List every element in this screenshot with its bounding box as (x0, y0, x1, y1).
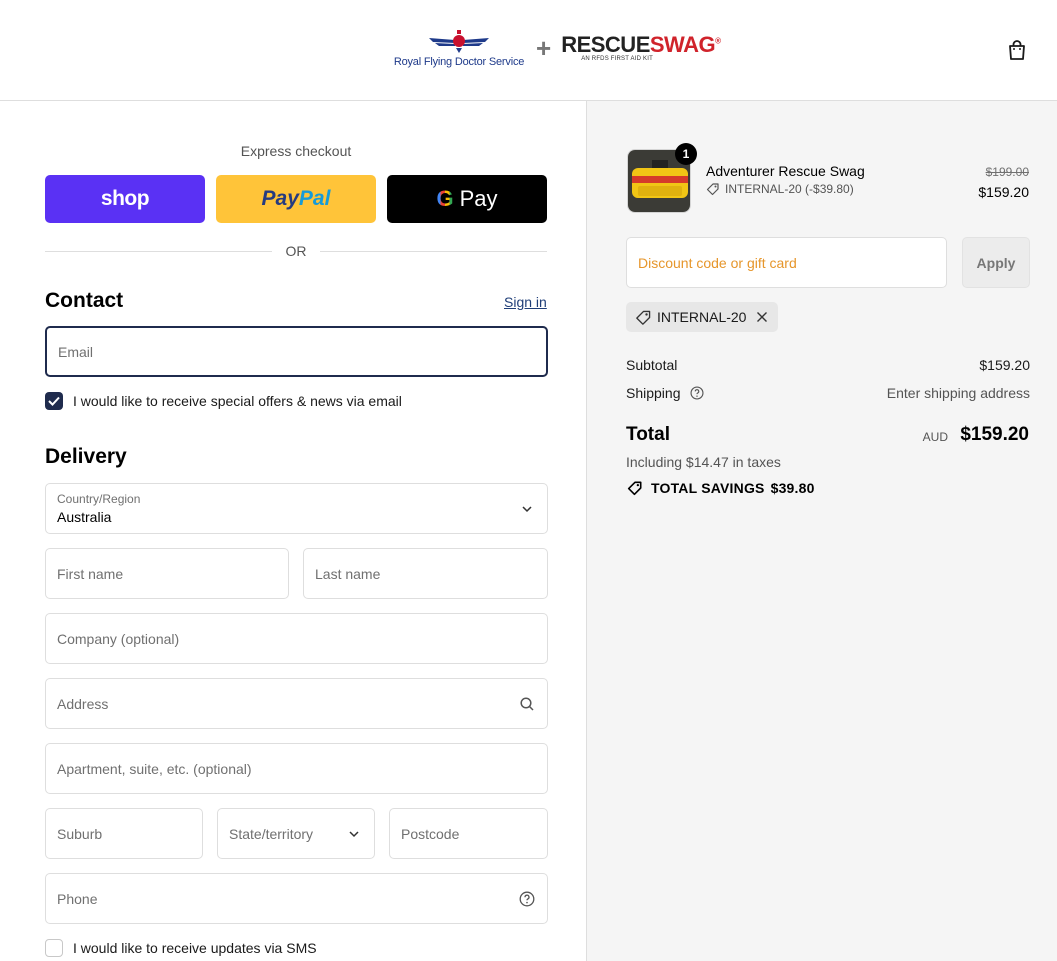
postcode-placeholder: Postcode (401, 825, 460, 842)
applied-code-chip: INTERNAL-20 (626, 302, 779, 332)
remove-code-button[interactable] (756, 311, 768, 323)
rescueswag-brand-b: SWAG (649, 32, 716, 57)
address-field[interactable]: Address (45, 678, 548, 729)
last-name-placeholder: Last name (315, 565, 381, 582)
email-field[interactable]: Email (45, 326, 548, 377)
discount-code-input[interactable]: Discount code or gift card (626, 237, 947, 288)
shipping-value: Enter shipping address (886, 385, 1030, 401)
help-circle-icon[interactable] (690, 386, 704, 400)
paypal-label-a: Pay (261, 187, 299, 210)
sms-checkbox[interactable] (45, 939, 63, 957)
sign-in-link[interactable]: Sign in (504, 294, 547, 310)
delivery-title: Delivery (45, 445, 127, 468)
or-divider: OR (45, 242, 547, 260)
chevron-down-icon (522, 505, 532, 512)
address-placeholder: Address (57, 695, 109, 712)
state-placeholder: State/territory (229, 825, 314, 842)
tag-icon (706, 183, 719, 196)
registered-mark: ® (715, 36, 721, 46)
shipping-row: Shipping Enter shipping address (626, 385, 1030, 401)
shipping-label: Shipping (626, 385, 681, 401)
savings-tag-icon (627, 481, 642, 496)
checkout-form: Express checkout shop Pay Pal G Pay OR Con… (0, 101, 586, 961)
order-summary: 1 Adventurer Rescue Swag INTERNAL-20 (-$… (586, 101, 1057, 961)
tag-icon (636, 310, 651, 325)
suburb-placeholder: Suburb (57, 825, 103, 842)
google-g-icon: G (436, 186, 454, 211)
sms-checkbox-row[interactable]: I would like to receive updates via SMS (45, 939, 317, 957)
total-label: Total (626, 424, 670, 445)
contact-title: Contact (45, 289, 124, 312)
first-name-field[interactable]: First name (45, 548, 289, 599)
first-name-placeholder: First name (57, 565, 124, 582)
or-label: OR (285, 243, 307, 259)
tax-note: Including $14.47 in taxes (626, 454, 781, 470)
company-placeholder: Company (optional) (57, 630, 180, 647)
state-select[interactable]: State/territory (217, 808, 375, 859)
savings-value: $39.80 (770, 480, 815, 496)
rfds-logo: Royal Flying Doctor Service (390, 28, 528, 68)
product-discount: INTERNAL-20 (-$39.80) (706, 182, 854, 196)
country-label: Country/Region (57, 492, 141, 506)
brand-logos[interactable]: Royal Flying Doctor Service + RESCUESWAG… (390, 28, 721, 68)
email-placeholder: Email (58, 343, 94, 360)
subtotal-row: Subtotal $159.20 (626, 357, 1030, 373)
checkout-header: Royal Flying Doctor Service + RESCUESWAG… (0, 0, 1057, 101)
rescueswag-brand-a: RESCUE (561, 32, 650, 57)
total-value: $159.20 (960, 424, 1029, 445)
offers-checkbox-row[interactable]: I would like to receive special offers &… (45, 392, 402, 410)
discount-placeholder: Discount code or gift card (638, 255, 797, 271)
suburb-field[interactable]: Suburb (45, 808, 203, 859)
sms-label: I would like to receive updates via SMS (73, 940, 317, 956)
offers-label: I would like to receive special offers &… (73, 393, 402, 409)
apply-discount-button[interactable]: Apply (962, 237, 1030, 288)
last-name-field[interactable]: Last name (303, 548, 548, 599)
apartment-placeholder: Apartment, suite, etc. (optional) (57, 760, 252, 777)
postcode-field[interactable]: Postcode (389, 808, 548, 859)
paypal-label-b: Pal (298, 187, 331, 210)
original-price: $199.00 (985, 165, 1029, 179)
rfds-wings-icon (429, 30, 489, 53)
product-discount-label: INTERNAL-20 (-$39.80) (725, 182, 854, 196)
shopping-bag-icon[interactable] (1006, 39, 1028, 61)
company-field[interactable]: Company (optional) (45, 613, 548, 664)
phone-field[interactable]: Phone (45, 873, 548, 924)
phone-placeholder: Phone (57, 890, 98, 907)
subtotal-label: Subtotal (626, 357, 678, 373)
applied-code-label: INTERNAL-20 (657, 309, 747, 325)
rfds-name: Royal Flying Doctor Service (393, 56, 525, 68)
help-circle-icon[interactable] (519, 891, 535, 907)
savings-label: TOTAL SAVINGS (651, 480, 765, 496)
rescueswag-tagline: AN RFDS FIRST AID KIT (581, 56, 653, 62)
quantity-badge: 1 (675, 143, 697, 165)
close-icon (757, 312, 768, 322)
paypal-button[interactable]: Pay Pal (216, 175, 376, 223)
total-currency: AUD (922, 430, 948, 444)
country-select[interactable]: Country/Region Australia (45, 483, 548, 534)
search-icon[interactable] (519, 696, 535, 712)
checkmark-icon (48, 396, 60, 406)
shop-pay-button[interactable]: shop (45, 175, 205, 223)
chevron-down-icon (349, 830, 359, 837)
final-price: $159.20 (978, 184, 1029, 200)
apartment-field[interactable]: Apartment, suite, etc. (optional) (45, 743, 548, 794)
total-savings: TOTAL SAVINGS $39.80 (626, 480, 815, 496)
shop-pay-label: shop (100, 187, 150, 210)
google-pay-label: Pay (459, 186, 498, 211)
google-pay-button[interactable]: G Pay (387, 175, 547, 223)
offers-checkbox[interactable] (45, 392, 63, 410)
subtotal-value: $159.20 (979, 357, 1030, 373)
country-value: Australia (57, 509, 112, 525)
express-checkout-title: Express checkout (240, 143, 352, 159)
rescueswag-logo: RESCUESWAG® AN RFDS FIRST AID KIT (561, 32, 721, 63)
product-name: Adventurer Rescue Swag (706, 163, 865, 179)
plus-icon: + (536, 33, 552, 63)
